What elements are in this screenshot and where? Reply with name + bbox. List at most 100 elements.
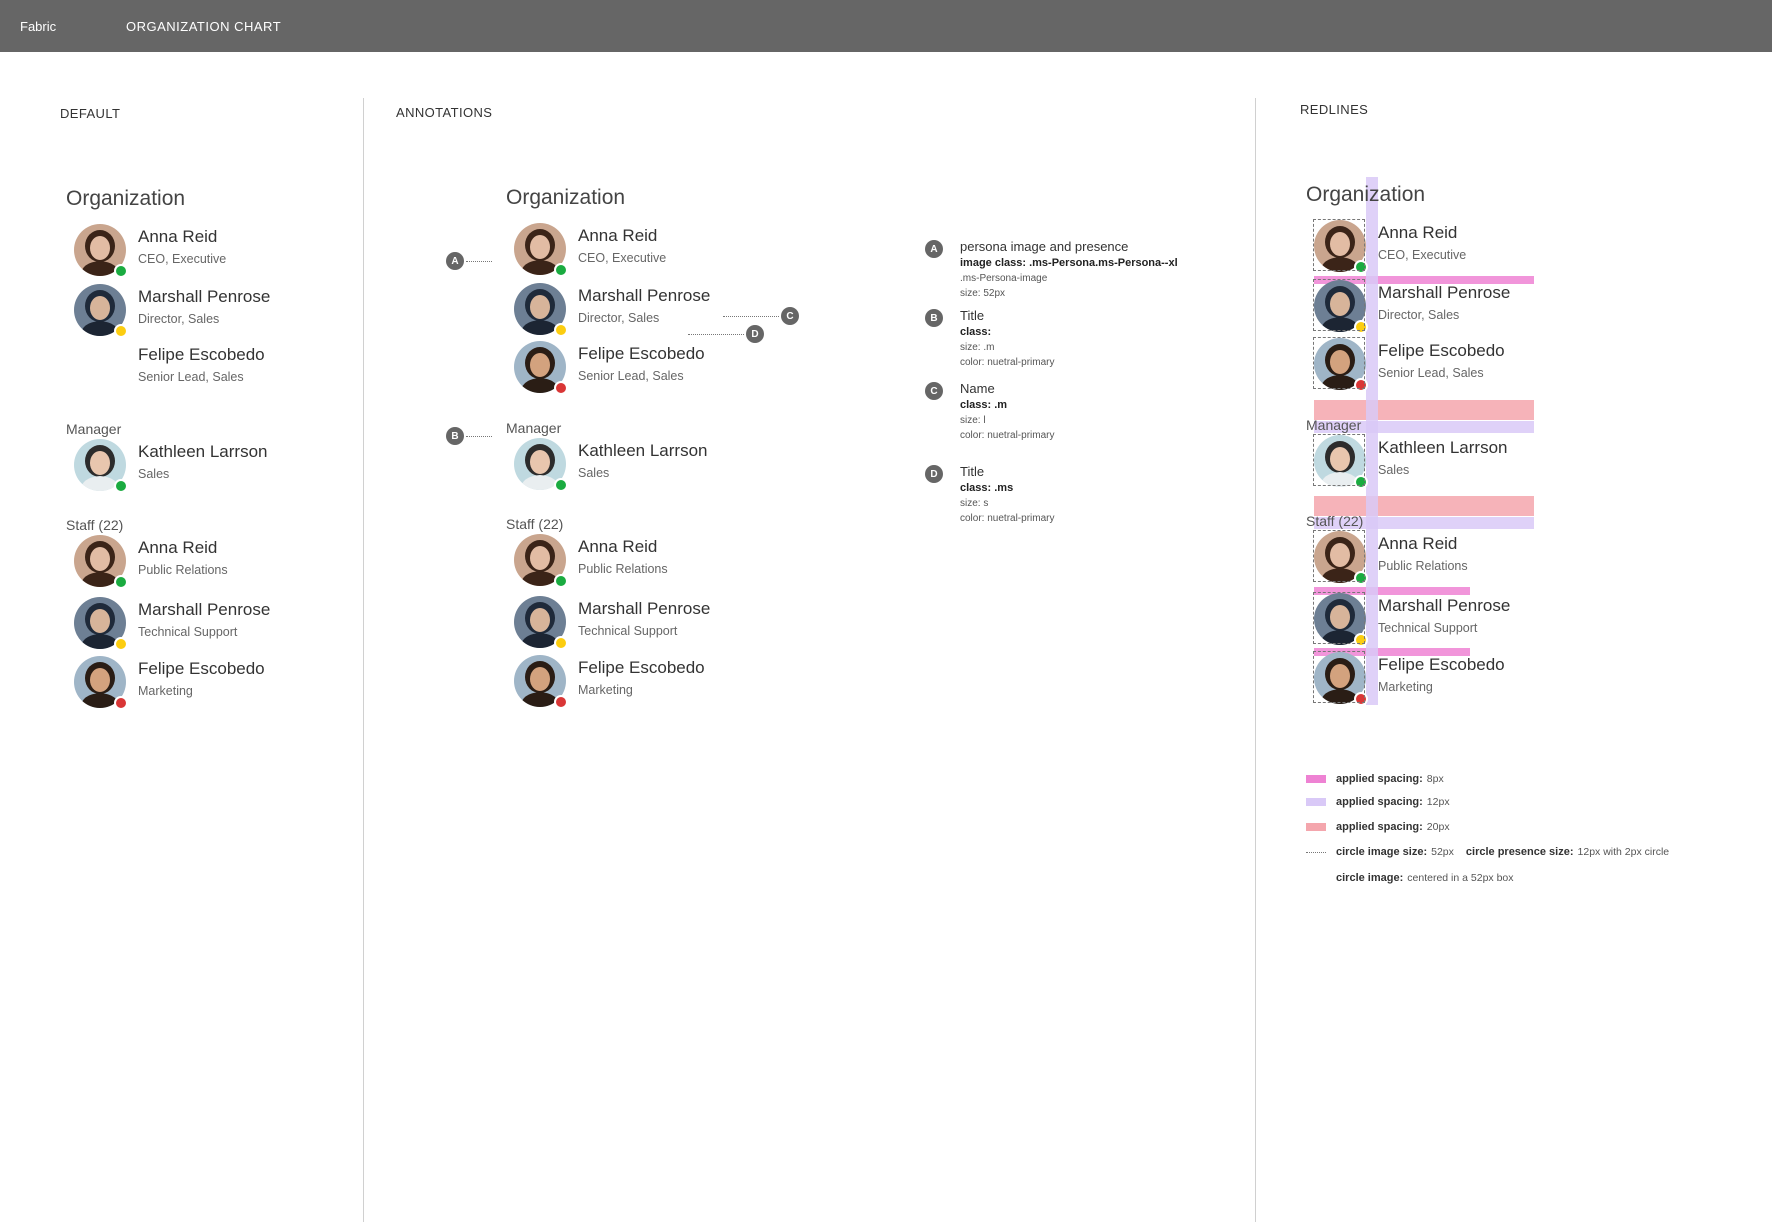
persona-name: Marshall Penrose bbox=[1378, 283, 1511, 302]
note-class: image class: .ms-Persona.ms-Persona--xl bbox=[960, 257, 1178, 269]
note-detail: color: nuetral-primary bbox=[960, 357, 1055, 368]
top-bar: Fabric ORGANIZATION CHART bbox=[0, 0, 1772, 52]
legend-value: 52px bbox=[1431, 846, 1454, 858]
annotation-leader-c bbox=[723, 316, 779, 317]
note-heading: persona image and presence bbox=[960, 239, 1129, 254]
legend-label: circle image size: bbox=[1336, 846, 1428, 858]
persona[interactable]: Kathleen Larrson Sales bbox=[514, 438, 754, 492]
persona-title: Technical Support bbox=[578, 624, 678, 638]
redline-image-box bbox=[1313, 651, 1365, 703]
note-marker: A bbox=[925, 240, 943, 258]
presence-away-icon bbox=[554, 636, 568, 650]
persona-title: Technical Support bbox=[138, 625, 238, 639]
legend-label: circle presence size: bbox=[1465, 846, 1574, 858]
persona-title: Senior Lead, Sales bbox=[138, 370, 244, 384]
persona-name: Marshall Penrose bbox=[138, 600, 271, 619]
note-marker: B bbox=[925, 309, 943, 327]
org-heading: Organization bbox=[506, 186, 626, 209]
manager-label: Manager bbox=[1306, 417, 1362, 433]
note-class: class: .m bbox=[960, 399, 1008, 411]
legend-label: applied spacing: bbox=[1336, 773, 1423, 785]
legend-value: 12px with 2px circle bbox=[1577, 846, 1670, 858]
column-label-default: DEFAULT bbox=[60, 106, 121, 121]
persona-title: Marketing bbox=[138, 684, 193, 698]
persona-name: Felipe Escobedo bbox=[138, 659, 265, 678]
persona-name: Anna Reid bbox=[138, 227, 218, 246]
note-detail: .ms-Persona-image bbox=[960, 273, 1048, 284]
persona[interactable]: Felipe Escobedo Marketing bbox=[74, 656, 314, 710]
presence-available-icon bbox=[114, 479, 128, 493]
manager-label: Manager bbox=[66, 421, 122, 437]
persona-title: CEO, Executive bbox=[1378, 248, 1467, 262]
annotation-marker-b: B bbox=[446, 427, 464, 445]
persona[interactable]: Anna Reid Public Relations bbox=[514, 534, 754, 588]
persona[interactable]: Marshall Penrose Technical Support bbox=[514, 596, 754, 650]
page-title: ORGANIZATION CHART bbox=[126, 18, 282, 34]
note-heading: Title bbox=[960, 308, 985, 323]
note-a: persona image and presence image class: .… bbox=[960, 239, 1220, 301]
persona[interactable]: Anna Reid Public Relations bbox=[74, 535, 314, 589]
note-detail: color: nuetral-primary bbox=[960, 430, 1055, 441]
note-detail: size: .m bbox=[960, 342, 995, 353]
persona[interactable]: Anna Reid CEO, Executive bbox=[74, 224, 314, 278]
legend-spacing-12: applied spacing: 12px bbox=[1306, 796, 1462, 808]
persona-name: Felipe Escobedo bbox=[138, 345, 265, 364]
annotation-leader-a bbox=[466, 261, 492, 262]
annotation-marker-c: C bbox=[781, 307, 799, 325]
presence-busy-icon bbox=[114, 696, 128, 710]
persona[interactable]: Marshall Penrose Director, Sales bbox=[74, 284, 314, 338]
persona-title: Public Relations bbox=[1378, 559, 1468, 573]
redline-image-box bbox=[1313, 530, 1365, 582]
persona-name: Marshall Penrose bbox=[1378, 596, 1511, 615]
redline-image-box bbox=[1313, 592, 1365, 644]
persona[interactable]: Marshall Penrose Technical Support bbox=[74, 597, 314, 651]
persona-title: Sales bbox=[1378, 463, 1410, 477]
presence-busy-icon bbox=[554, 381, 568, 395]
brand-label[interactable]: Fabric bbox=[20, 19, 56, 34]
staff-label: Staff (22) bbox=[506, 516, 564, 532]
persona-name: Felipe Escobedo bbox=[1378, 341, 1505, 360]
persona[interactable]: Anna Reid CEO, Executive bbox=[514, 223, 754, 277]
column-divider bbox=[1255, 98, 1256, 1222]
persona-name: Anna Reid bbox=[138, 538, 218, 557]
annotation-marker-a: A bbox=[446, 252, 464, 270]
note-class: class: .ms bbox=[960, 482, 1014, 494]
persona-name: Anna Reid bbox=[1378, 534, 1458, 553]
persona-title: Sales bbox=[138, 467, 170, 481]
persona[interactable]: Felipe Escobedo Senior Lead, Sales bbox=[74, 342, 314, 396]
persona-title: Director, Sales bbox=[138, 312, 220, 326]
persona-title: Public Relations bbox=[138, 563, 228, 577]
manager-label: Manager bbox=[506, 420, 562, 436]
redline-image-box bbox=[1313, 279, 1365, 331]
persona[interactable]: Felipe Escobedo Senior Lead, Sales bbox=[514, 341, 754, 395]
redline-image-box bbox=[1313, 219, 1365, 271]
presence-away-icon bbox=[554, 323, 568, 337]
note-heading: Name bbox=[960, 381, 995, 396]
annotation-leader-b bbox=[466, 436, 492, 437]
legend-value: 8px bbox=[1426, 773, 1444, 785]
persona-title: Marketing bbox=[578, 683, 633, 697]
legend-circle-image: circle image: centered in a 52px box bbox=[1336, 872, 1526, 884]
persona[interactable]: Kathleen Larrson Sales bbox=[74, 439, 314, 493]
persona-name: Marshall Penrose bbox=[578, 599, 711, 618]
swatch-spacing-8 bbox=[1306, 775, 1326, 783]
persona-name: Kathleen Larrson bbox=[578, 441, 708, 460]
swatch-spacing-12 bbox=[1306, 798, 1326, 806]
legend-value: centered in a 52px box bbox=[1407, 872, 1514, 884]
presence-busy-icon bbox=[554, 695, 568, 709]
presence-away-icon bbox=[114, 637, 128, 651]
persona-name: Felipe Escobedo bbox=[1378, 655, 1505, 674]
presence-available-icon bbox=[114, 264, 128, 278]
column-label-annotations: ANNOTATIONS bbox=[396, 105, 493, 120]
note-c: Name class: .m size: l color: nuetral-prima… bbox=[960, 381, 1220, 443]
column-divider bbox=[363, 98, 364, 1222]
swatch-spacing-20 bbox=[1306, 823, 1326, 831]
persona-name: Felipe Escobedo bbox=[578, 344, 705, 363]
presence-available-icon bbox=[554, 478, 568, 492]
redline-image-box bbox=[1313, 434, 1365, 486]
persona-title: Marketing bbox=[1378, 680, 1433, 694]
persona[interactable]: Felipe Escobedo Marketing bbox=[514, 655, 754, 709]
legend-label: applied spacing: bbox=[1336, 796, 1423, 808]
note-detail: size: l bbox=[960, 415, 986, 426]
persona[interactable]: Marshall Penrose Director, Sales bbox=[514, 283, 754, 337]
